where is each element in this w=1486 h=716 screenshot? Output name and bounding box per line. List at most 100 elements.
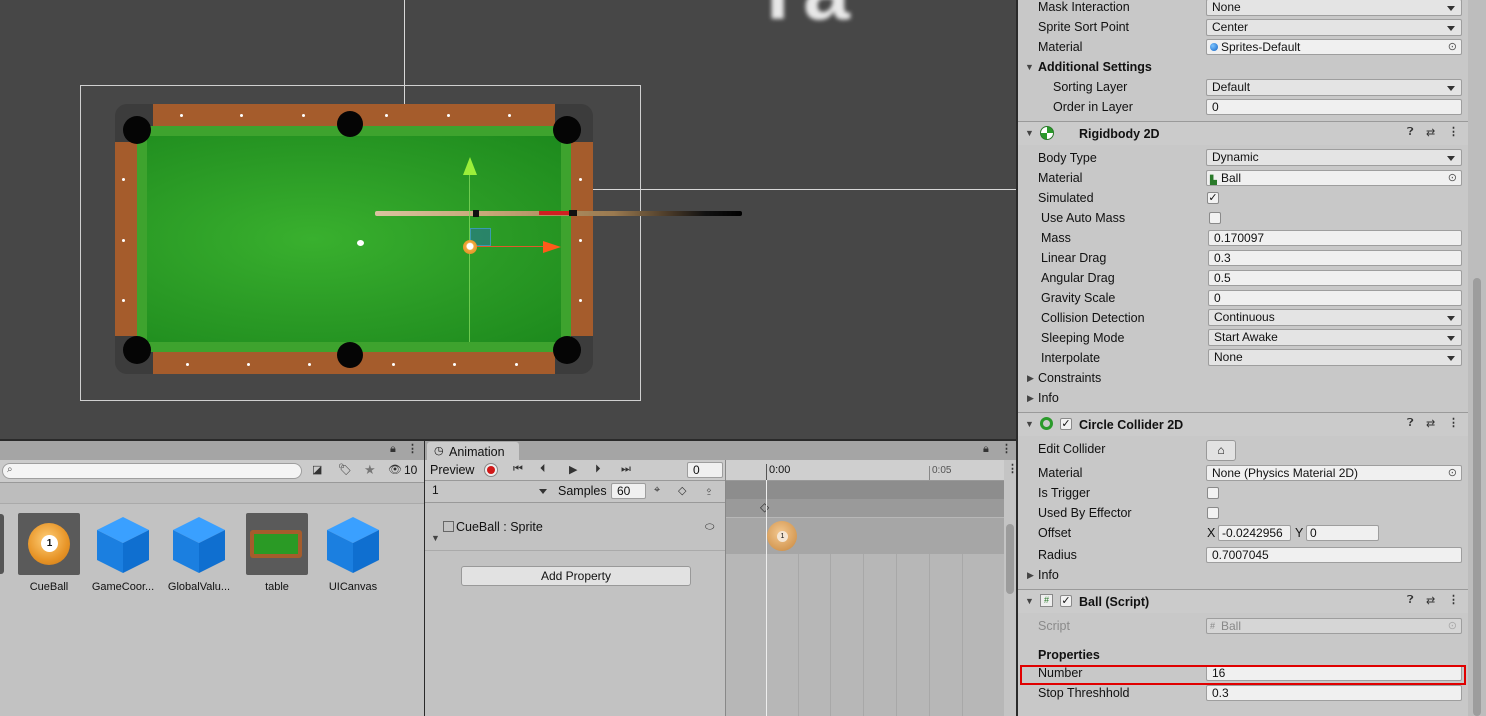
first-keyframe-icon[interactable]: ⏮ — [513, 463, 523, 476]
expand-triangle-icon[interactable]: ▼ — [431, 533, 440, 543]
lock-icon[interactable]: 🔒︎ — [983, 443, 989, 456]
component-menu-icon[interactable]: ⋮ — [1448, 125, 1459, 138]
presets-icon[interactable]: ⇄ — [1426, 126, 1435, 139]
circle-collider-enabled-checkbox[interactable]: ✓ — [1060, 418, 1072, 430]
inspector-scrollbar[interactable] — [1468, 0, 1486, 716]
help-icon[interactable]: ❓︎ — [1407, 417, 1414, 430]
order-in-layer-field[interactable]: 0 — [1206, 99, 1462, 115]
frame-field[interactable]: 0 — [687, 462, 723, 478]
gizmo-y-arrow-icon[interactable] — [463, 157, 477, 175]
object-picker-icon[interactable]: ⊙ — [1448, 40, 1457, 54]
next-keyframe-icon[interactable]: ⏵︎ — [595, 463, 601, 476]
sprite-sort-point-dropdown[interactable]: Center — [1206, 19, 1462, 36]
more-menu-icon[interactable]: ⋮ — [1001, 442, 1012, 455]
last-keyframe-icon[interactable]: ⏭ — [621, 463, 631, 476]
help-icon[interactable]: ❓︎ — [1407, 594, 1414, 607]
sprite-track-row[interactable]: 1 — [726, 518, 1004, 554]
is-trigger-checkbox[interactable] — [1207, 487, 1219, 499]
component-menu-icon[interactable]: ⋮ — [1448, 593, 1459, 606]
additional-settings-header[interactable]: Additional Settings — [1038, 60, 1152, 74]
object-picker-icon[interactable]: ⊙ — [1448, 466, 1457, 480]
used-by-effector-checkbox[interactable] — [1207, 507, 1219, 519]
tab-animation[interactable]: ◷ Animation — [427, 442, 519, 460]
radius-field[interactable]: 0.7007045 — [1206, 547, 1462, 563]
panel-divider[interactable] — [0, 439, 1017, 441]
body-type-dropdown[interactable]: Dynamic — [1206, 149, 1462, 166]
panel-divider[interactable] — [424, 441, 425, 716]
rigidbody-info-foldout[interactable]: Info — [1038, 391, 1059, 405]
collapse-triangle-icon[interactable]: ▶ — [1027, 570, 1034, 581]
pool-table[interactable] — [115, 104, 593, 374]
filter-by-type-icon[interactable]: ◪ — [312, 463, 322, 476]
previous-keyframe-icon[interactable]: ⏴︎ — [540, 463, 546, 476]
constraints-foldout[interactable]: Constraints — [1038, 371, 1101, 385]
gizmo-x-axis[interactable] — [470, 246, 545, 247]
mask-interaction-dropdown[interactable]: None — [1206, 0, 1462, 16]
add-event-diamond-icon[interactable]: ◇ — [678, 484, 686, 497]
event-row[interactable] — [726, 481, 1004, 499]
record-button[interactable] — [484, 463, 498, 477]
playhead[interactable] — [766, 480, 767, 716]
presets-icon[interactable]: ⇄ — [1426, 417, 1435, 430]
hidden-packages-icon[interactable]: 👁︎ — [388, 463, 402, 476]
more-menu-icon[interactable]: ⋮ — [407, 442, 418, 455]
keyframe-diamond-icon[interactable]: ◇ — [760, 500, 769, 514]
panel-divider[interactable] — [1016, 0, 1018, 716]
offset-y-field[interactable]: 0 — [1306, 525, 1379, 541]
keyframe-summary-row[interactable]: ◇ — [726, 499, 1004, 517]
cue-ball[interactable] — [463, 240, 477, 254]
interpolate-dropdown[interactable]: None — [1208, 349, 1462, 366]
lock-icon[interactable]: 🔒︎ — [390, 443, 396, 456]
track-label[interactable]: CueBall : Sprite — [456, 520, 543, 534]
offset-x-label[interactable]: X — [1207, 526, 1215, 540]
component-menu-icon[interactable]: ⋮ — [1448, 416, 1459, 429]
collider-info-foldout[interactable]: Info — [1038, 568, 1059, 582]
inspector-scrollbar-thumb[interactable] — [1473, 278, 1481, 716]
object-ball[interactable] — [357, 240, 364, 246]
scrollbar-thumb[interactable] — [1006, 524, 1014, 594]
samples-field[interactable]: 60 — [611, 483, 646, 499]
sprite-keyframe-thumbnail[interactable]: 1 — [767, 521, 797, 551]
rigidbody-header[interactable]: ▼ Rigidbody 2D ❓︎ ⇄ ⋮ — [1018, 122, 1468, 145]
expand-triangle-icon[interactable]: ▼ — [1025, 419, 1034, 429]
object-picker-icon[interactable]: ⊙ — [1448, 171, 1457, 185]
gizmo-y-axis[interactable] — [469, 172, 470, 342]
filter-by-label-icon[interactable]: 🏷︎ — [338, 463, 352, 476]
material-field[interactable]: Sprites-Default ⊙ — [1206, 39, 1462, 55]
add-keyframe-icon[interactable]: ⌖ — [654, 484, 660, 497]
offset-x-field[interactable]: -0.0242956 — [1218, 525, 1291, 541]
collider-material-field[interactable]: None (Physics Material 2D) ⊙ — [1206, 465, 1462, 481]
sorting-layer-dropdown[interactable]: Default — [1206, 79, 1462, 96]
simulated-checkbox[interactable]: ✓ — [1207, 192, 1219, 204]
time-ruler[interactable]: 0:00 0:05 — [726, 460, 1004, 481]
collapse-triangle-icon[interactable]: ▶ — [1027, 393, 1034, 404]
collapse-triangle-icon[interactable]: ▶ — [1027, 373, 1034, 384]
track-options-icon[interactable]: ⬭ — [705, 521, 714, 534]
help-icon[interactable]: ❓︎ — [1407, 126, 1414, 139]
play-icon[interactable]: ▶ — [569, 463, 577, 476]
add-property-button[interactable]: Add Property — [461, 566, 691, 586]
offset-y-label[interactable]: Y — [1295, 526, 1303, 540]
sleeping-mode-dropdown[interactable]: Start Awake — [1208, 329, 1462, 346]
angular-drag-field[interactable]: 0.5 — [1208, 270, 1462, 286]
linear-drag-field[interactable]: 0.3 — [1208, 250, 1462, 266]
circle-collider-header[interactable]: ▼ ✓ Circle Collider 2D ❓︎ ⇄ ⋮ — [1018, 413, 1468, 436]
gizmo-x-arrow-icon[interactable] — [543, 241, 561, 253]
expand-triangle-icon[interactable]: ▼ — [1025, 596, 1034, 606]
favorites-star-icon[interactable]: ★ — [364, 462, 376, 478]
ball-script-enabled-checkbox[interactable]: ✓ — [1060, 595, 1072, 607]
mass-field[interactable]: 0.170097 — [1208, 230, 1462, 246]
rigidbody-material-field[interactable]: ▙ Ball ⊙ — [1206, 170, 1462, 186]
ball-script-header[interactable]: ▼ # ✓ Ball (Script) ❓︎ ⇄ ⋮ — [1018, 590, 1468, 613]
collision-detection-dropdown[interactable]: Continuous — [1208, 309, 1462, 326]
expand-triangle-icon[interactable]: ▼ — [1025, 128, 1034, 138]
gravity-scale-field[interactable]: 0 — [1208, 290, 1462, 306]
project-search-input[interactable]: ⌕ — [2, 463, 302, 479]
scene-view[interactable]: Ta — [0, 0, 1017, 440]
asset-thumbnail-partial[interactable] — [0, 514, 4, 574]
expand-triangle-icon[interactable]: ▼ — [1025, 62, 1034, 72]
timeline[interactable]: 0:00 0:05 ◇ 1 — [726, 460, 1004, 716]
clip-dropdown[interactable]: 1 — [427, 483, 553, 500]
preview-button[interactable]: Preview — [430, 463, 474, 477]
presets-icon[interactable]: ⇄ — [1426, 594, 1435, 607]
